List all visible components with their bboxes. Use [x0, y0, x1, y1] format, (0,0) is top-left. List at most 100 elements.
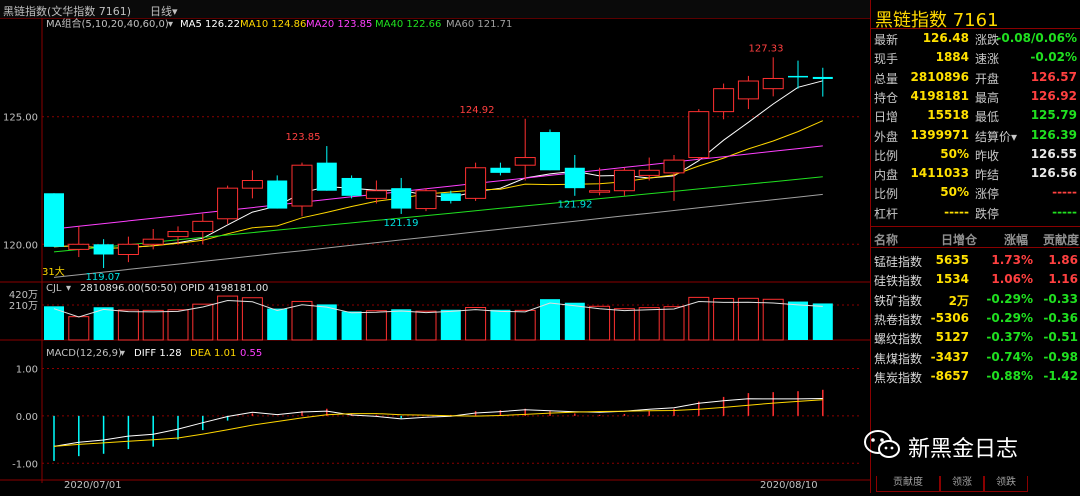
index-oi-change: -3437 [930, 349, 969, 364]
candle-body [564, 167, 585, 189]
price-tick: 120.00 [3, 240, 38, 251]
index-change-pct: 1.06% [991, 272, 1033, 287]
candle-body [267, 180, 288, 209]
quote-label-text: 最高 [975, 90, 1000, 105]
index-change-pct: -0.74% [986, 349, 1033, 364]
index-name: 铁矿指数 [874, 293, 923, 308]
volume-bar [713, 297, 735, 341]
quote-value: 1399971 [910, 127, 969, 142]
chart-area[interactable]: MA组合(5,10,20,40,60,0) ▾ MA5 126.22 MA10 124… [0, 17, 870, 493]
index-row[interactable]: 焦炭指数 -8657 -0.88% -1.42 [871, 366, 1080, 386]
quote-value: 15518 [927, 108, 969, 123]
chevron-down-icon: ▾ [1011, 129, 1018, 144]
macd-tick: 1.00 [16, 364, 38, 375]
diff-line [53, 398, 823, 447]
price-extreme-label: 121.19 [384, 218, 419, 229]
macd-tick: -1.00 [12, 459, 38, 470]
index-table-header: 名称 日增仓 涨幅 贡献度 [871, 228, 1080, 248]
ma-legend-item: MA10 124.86 [240, 19, 306, 30]
panel-tabs: 贡献度 领涨 领跌 [870, 474, 1080, 493]
index-row[interactable]: 热卷指数 -5306 -0.29% -0.36 [871, 308, 1080, 328]
quote-label: 最新 [874, 33, 899, 47]
watermark-text: 新黑金日志 [908, 437, 1019, 462]
index-contribution: -0.33 [1043, 291, 1078, 306]
volume-bar [192, 303, 214, 341]
volume-legend-name: CJL [46, 283, 62, 294]
chevron-down-icon: ▾ [168, 19, 173, 30]
quote-value: 125.79 [1030, 108, 1077, 123]
candle-body [514, 157, 536, 166]
index-row[interactable]: 螺纹指数 5127 -0.37% -0.51 [871, 327, 1080, 347]
quote-label: 日增 [874, 110, 899, 125]
index-row[interactable]: 锰硅指数 5635 1.73% 1.86 [871, 250, 1080, 270]
period-label: 日线 [150, 5, 172, 18]
tab-contribution[interactable]: 贡献度 [876, 476, 940, 492]
price-tick: 125.00 [3, 113, 38, 124]
volume-tick: 420万 [9, 290, 38, 301]
candle-body [167, 231, 189, 238]
index-name: 锰硅指数 [874, 255, 923, 269]
tab-top-gainers[interactable]: 领涨 [940, 476, 984, 492]
index-name: 焦炭指数 [874, 370, 923, 385]
macd-hist-value: 0.55 [240, 348, 262, 359]
quote-label: 最低 [975, 108, 999, 125]
volume-bar [762, 298, 784, 341]
quote-label[interactable]: 结算价▾ [975, 128, 1017, 145]
quote-value: 126.39 [1030, 127, 1077, 142]
volume-bar [167, 309, 189, 341]
tab-top-losers[interactable]: 领跌 [984, 476, 1028, 492]
candle-body [613, 169, 635, 192]
quote-label: 比例 [874, 148, 899, 163]
candle-body [217, 187, 239, 220]
date-tick: 2020/07/01 [64, 480, 122, 491]
quote-value: 1884 [935, 50, 969, 65]
volume-bar [564, 302, 585, 340]
quote-label-text: 最低 [975, 110, 1000, 125]
index-row[interactable]: 铁矿指数 2万 -0.29% -0.33 [871, 289, 1080, 309]
chart-canvas[interactable]: MA组合(5,10,20,40,60,0) ▾ MA5 126.22 MA10 124… [0, 17, 870, 493]
column-header[interactable]: 贡献度 [1043, 231, 1079, 248]
volume-bar [490, 309, 511, 340]
quote-value: ----- [1052, 204, 1077, 219]
column-header[interactable]: 涨幅 [1004, 231, 1028, 248]
price-extreme-label: 121.92 [558, 199, 593, 210]
volume-bar [415, 310, 437, 341]
quote-row: 现手 1884 速涨 -0.02% [871, 48, 1080, 68]
price-extreme-label: 124.92 [460, 105, 495, 116]
ma5-line [53, 80, 823, 250]
period-selector[interactable]: 日线▾ [150, 3, 178, 19]
price-extreme-label: 119.07 [86, 272, 121, 283]
index-row[interactable]: 焦煤指数 -3437 -0.74% -0.98 [871, 347, 1080, 367]
quote-row: 内盘 1411033 昨结 126.56 [871, 164, 1080, 184]
index-change-pct: 1.73% [991, 253, 1033, 267]
watermark: 新黑金日志 [862, 425, 1062, 465]
index-oi-change: 1534 [935, 272, 969, 287]
macd-dea-value: DEA 1.01 [190, 348, 236, 359]
quote-value: -0.02% [1030, 50, 1077, 65]
macd-diff-value: DIFF 1.28 [134, 348, 182, 359]
index-contribution: -1.42 [1043, 368, 1078, 383]
candle-body [812, 76, 833, 79]
candle-body [638, 169, 660, 176]
quote-row: 比例 50% 昨收 126.55 [871, 145, 1080, 165]
candle-body [713, 88, 735, 113]
candle-body [762, 77, 784, 90]
quote-row: 外盘 1399971 结算价▾ 126.39 [871, 126, 1080, 146]
quote-label: 外盘 [874, 129, 899, 144]
candle-body [788, 75, 808, 78]
quote-label-text: 跌停 [975, 206, 1000, 221]
candle-body [663, 159, 685, 174]
column-header[interactable]: 名称 [874, 231, 898, 248]
candle-body [391, 188, 412, 209]
price-extreme-label: 127.33 [749, 43, 784, 54]
candle-body [589, 190, 611, 193]
ma-legend-item: MA20 123.85 [306, 19, 372, 30]
volume-bar [737, 297, 759, 341]
quote-label-text: 结算价 [975, 129, 1012, 144]
quote-value: 126.55 [1030, 146, 1077, 161]
volume-tick: 210万 [9, 301, 38, 312]
index-row[interactable]: 硅铁指数 1534 1.06% 1.16 [871, 269, 1080, 289]
quote-label-text: 昨收 [975, 148, 1000, 163]
quote-label: 昨收 [975, 147, 999, 164]
column-header[interactable]: 日增仓 [941, 231, 977, 248]
